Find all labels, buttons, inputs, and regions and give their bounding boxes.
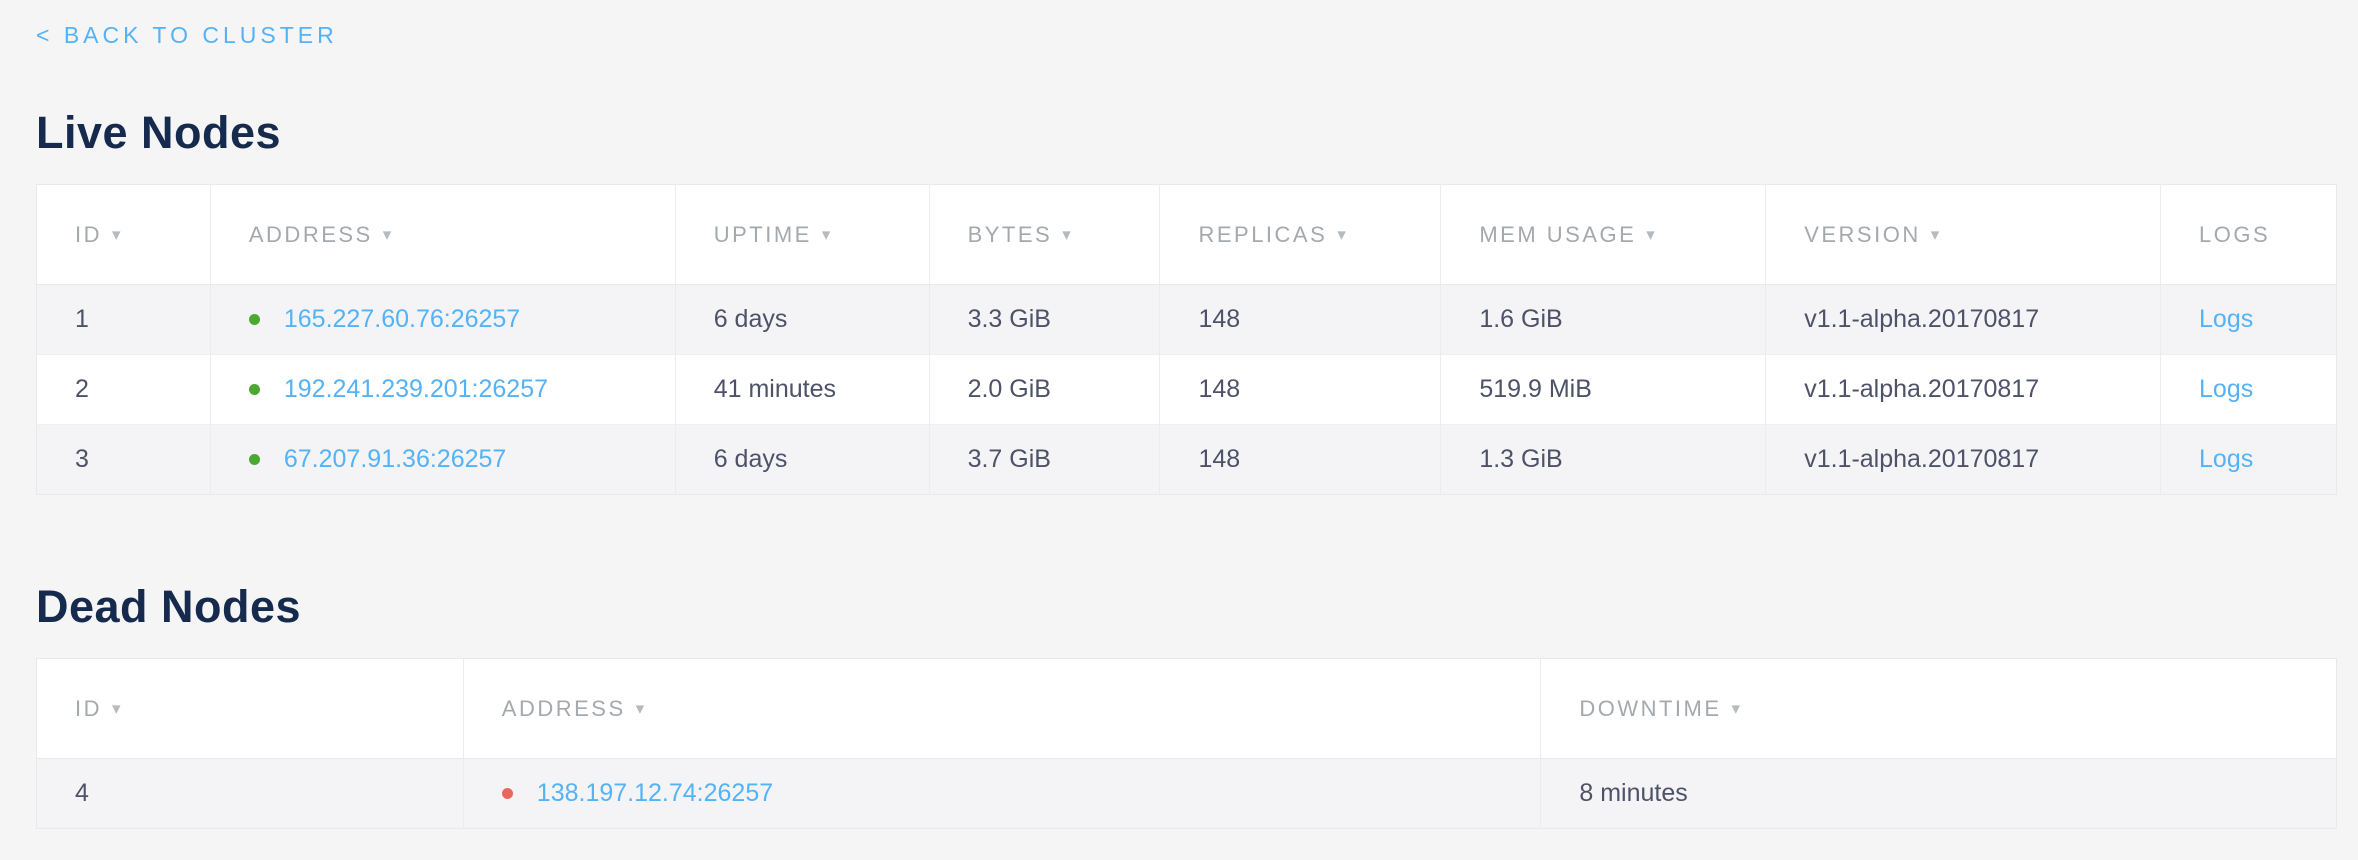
node-uptime-cell: 41 minutes xyxy=(675,355,929,425)
table-row: 3 67.207.91.36:26257 6 days 3.7 GiB 148 … xyxy=(37,425,2337,495)
nodes-overview-page: < BACK TO CLUSTER Live Nodes ID ▾ ADDRESS… xyxy=(0,0,2358,829)
column-header-label: LOGS xyxy=(2199,222,2270,247)
sort-arrow-icon: ▾ xyxy=(112,225,121,244)
column-header-uptime[interactable]: UPTIME ▾ xyxy=(675,185,929,285)
node-id-cell: 1 xyxy=(37,285,211,355)
live-status-dot-icon xyxy=(249,384,260,395)
column-header-label: DOWNTIME xyxy=(1579,696,1721,721)
node-replicas-cell: 148 xyxy=(1160,285,1441,355)
node-address-link[interactable]: 67.207.91.36:26257 xyxy=(284,445,506,473)
column-header-downtime[interactable]: DOWNTIME ▾ xyxy=(1541,659,2337,759)
column-header-id[interactable]: ID ▾ xyxy=(37,659,464,759)
node-bytes-cell: 3.3 GiB xyxy=(929,285,1160,355)
table-row: 4 138.197.12.74:26257 8 minutes xyxy=(37,759,2337,829)
dead-nodes-section: Dead Nodes ID ▾ ADDRESS ▾ DOWNTIME ▾ 4 138.… xyxy=(36,581,2337,829)
node-logs-cell: Logs xyxy=(2161,285,2337,355)
column-header-version[interactable]: VERSION ▾ xyxy=(1766,185,2161,285)
node-id-cell: 2 xyxy=(37,355,211,425)
node-id-cell: 4 xyxy=(37,759,464,829)
node-replicas-cell: 148 xyxy=(1160,355,1441,425)
node-address-cell: 67.207.91.36:26257 xyxy=(210,425,675,495)
sort-arrow-icon: ▾ xyxy=(822,225,831,244)
dead-nodes-header-row: ID ▾ ADDRESS ▾ DOWNTIME ▾ xyxy=(37,659,2337,759)
node-bytes-cell: 2.0 GiB xyxy=(929,355,1160,425)
live-status-dot-icon xyxy=(249,454,260,465)
node-mem-usage-cell: 1.6 GiB xyxy=(1441,285,1766,355)
column-header-id[interactable]: ID ▾ xyxy=(37,185,211,285)
dead-nodes-title: Dead Nodes xyxy=(36,581,2337,633)
sort-arrow-icon: ▾ xyxy=(1062,225,1071,244)
node-replicas-cell: 148 xyxy=(1160,425,1441,495)
node-mem-usage-cell: 1.3 GiB xyxy=(1441,425,1766,495)
column-header-label: UPTIME xyxy=(714,222,812,247)
table-row: 1 165.227.60.76:26257 6 days 3.3 GiB 148… xyxy=(37,285,2337,355)
node-address-link[interactable]: 192.241.239.201:26257 xyxy=(284,375,548,403)
column-header-bytes[interactable]: BYTES ▾ xyxy=(929,185,1160,285)
node-logs-link[interactable]: Logs xyxy=(2199,305,2253,333)
node-logs-link[interactable]: Logs xyxy=(2199,445,2253,473)
node-address-cell: 138.197.12.74:26257 xyxy=(463,759,1541,829)
node-address-link[interactable]: 138.197.12.74:26257 xyxy=(537,779,773,807)
sort-arrow-icon: ▾ xyxy=(112,699,121,718)
column-header-address[interactable]: ADDRESS ▾ xyxy=(463,659,1541,759)
column-header-label: ID xyxy=(75,222,102,247)
column-header-label: MEM USAGE xyxy=(1479,222,1636,247)
sort-arrow-icon: ▾ xyxy=(1931,225,1940,244)
node-bytes-cell: 3.7 GiB xyxy=(929,425,1160,495)
back-to-cluster-link[interactable]: < BACK TO CLUSTER xyxy=(36,22,338,49)
node-address-cell: 192.241.239.201:26257 xyxy=(210,355,675,425)
node-version-cell: v1.1-alpha.20170817 xyxy=(1766,285,2161,355)
sort-arrow-icon: ▾ xyxy=(1732,699,1741,718)
node-uptime-cell: 6 days xyxy=(675,425,929,495)
column-header-label: BYTES xyxy=(968,222,1053,247)
sort-arrow-icon: ▾ xyxy=(636,699,645,718)
sort-arrow-icon: ▾ xyxy=(1646,225,1655,244)
column-header-label: ID xyxy=(75,696,102,721)
column-header-mem-usage[interactable]: MEM USAGE ▾ xyxy=(1441,185,1766,285)
column-header-logs: LOGS xyxy=(2161,185,2337,285)
sort-arrow-icon: ▾ xyxy=(1337,225,1346,244)
sort-arrow-icon: ▾ xyxy=(383,225,392,244)
live-status-dot-icon xyxy=(249,314,260,325)
column-header-address[interactable]: ADDRESS ▾ xyxy=(210,185,675,285)
live-nodes-header-row: ID ▾ ADDRESS ▾ UPTIME ▾ BYTES ▾ REPLICAS ▾ ME… xyxy=(37,185,2337,285)
node-mem-usage-cell: 519.9 MiB xyxy=(1441,355,1766,425)
node-downtime-cell: 8 minutes xyxy=(1541,759,2337,829)
dead-status-dot-icon xyxy=(502,788,513,799)
table-row: 2 192.241.239.201:26257 41 minutes 2.0 G… xyxy=(37,355,2337,425)
column-header-label: VERSION xyxy=(1804,222,1921,247)
node-logs-link[interactable]: Logs xyxy=(2199,375,2253,403)
column-header-label: ADDRESS xyxy=(249,222,373,247)
node-version-cell: v1.1-alpha.20170817 xyxy=(1766,355,2161,425)
column-header-label: REPLICAS xyxy=(1198,222,1327,247)
dead-nodes-table: ID ▾ ADDRESS ▾ DOWNTIME ▾ 4 138.197.12.74:2… xyxy=(36,658,2337,829)
node-version-cell: v1.1-alpha.20170817 xyxy=(1766,425,2161,495)
node-address-cell: 165.227.60.76:26257 xyxy=(210,285,675,355)
node-address-link[interactable]: 165.227.60.76:26257 xyxy=(284,305,520,333)
column-header-label: ADDRESS xyxy=(502,696,626,721)
node-logs-cell: Logs xyxy=(2161,425,2337,495)
live-nodes-section: Live Nodes ID ▾ ADDRESS ▾ UPTIME ▾ BYTES ▾ R… xyxy=(36,107,2337,495)
live-nodes-table: ID ▾ ADDRESS ▾ UPTIME ▾ BYTES ▾ REPLICAS ▾ ME… xyxy=(36,184,2337,495)
node-id-cell: 3 xyxy=(37,425,211,495)
node-logs-cell: Logs xyxy=(2161,355,2337,425)
live-nodes-title: Live Nodes xyxy=(36,107,2337,159)
node-uptime-cell: 6 days xyxy=(675,285,929,355)
column-header-replicas[interactable]: REPLICAS ▾ xyxy=(1160,185,1441,285)
